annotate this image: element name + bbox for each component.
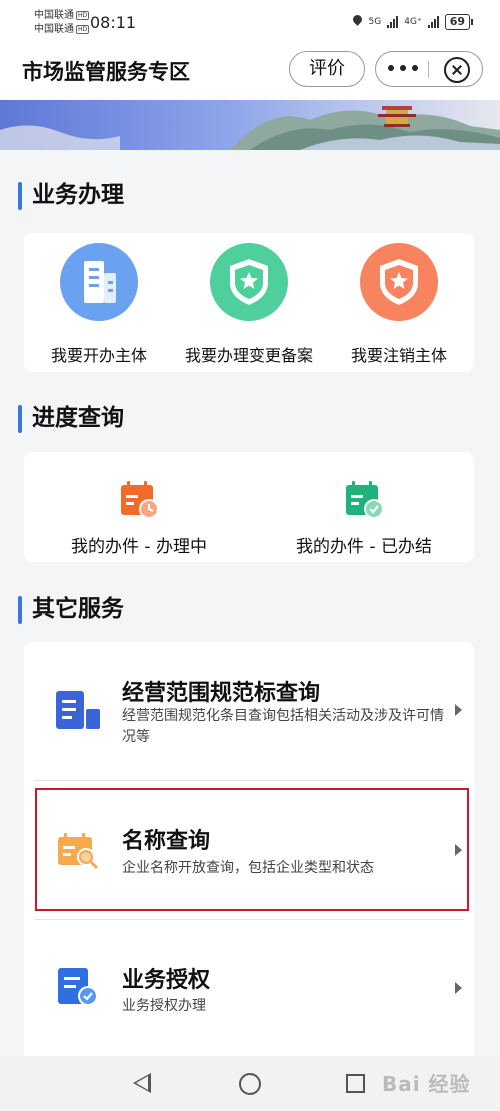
in-progress-label: 我的办件 - 办理中: [71, 537, 207, 557]
business-authorization-desc: 业务授权办理: [122, 998, 206, 1014]
cancel-entity-button[interactable]: 我要注销主体: [324, 243, 474, 366]
signal-icon: [427, 16, 439, 28]
back-icon[interactable]: [133, 1073, 151, 1093]
calendar-clock-icon: [121, 481, 159, 519]
close-icon[interactable]: [444, 57, 470, 83]
page-title: 市场监管服务专区: [22, 60, 190, 84]
watermark-logo: Bai 经验: [382, 1072, 471, 1096]
home-icon[interactable]: [239, 1073, 261, 1095]
document-bars-icon: [56, 691, 100, 729]
business-scope-query-title: 经营范围规范标查询: [122, 681, 321, 706]
rate-button[interactable]: 评价: [289, 51, 365, 87]
change-filing-label: 我要办理变更备案: [184, 346, 313, 365]
business-authorization-title: 业务授权: [122, 968, 211, 993]
cancel-entity-label: 我要注销主体: [350, 346, 447, 365]
calendar-check-icon: [346, 481, 384, 519]
carrier-1: 中国联通: [34, 10, 74, 21]
section-title-business: 业务办理: [18, 180, 124, 210]
title-bar: 市场监管服务专区 评价: [0, 46, 500, 100]
location-icon: [352, 15, 363, 29]
recent-apps-icon[interactable]: [346, 1074, 365, 1093]
highlight-box: [35, 788, 469, 911]
carrier-2: 中国联通: [34, 24, 74, 35]
chevron-right-icon: [455, 982, 462, 994]
system-navigation-bar: Bai 经验: [0, 1056, 500, 1111]
shield-star-icon: [360, 243, 438, 321]
business-scope-query-desc: 经营范围规范化条目查询包括相关活动及涉及许可情况等: [122, 708, 444, 745]
progress-card: 我的办件 - 办理中 我的办件 - 已办结: [24, 452, 474, 562]
hd-badge: HD: [76, 24, 90, 34]
battery-icon: 69: [444, 14, 474, 30]
status-bar: 中国联通 HD 中国联通 HD 08:11 5G 4G⁺ 69: [0, 0, 500, 46]
chevron-right-icon: [455, 704, 462, 716]
start-entity-label: 我要开办主体: [50, 346, 147, 365]
business-authorization-row[interactable]: 业务授权 业务授权办理: [24, 920, 474, 1056]
change-filing-button[interactable]: 我要办理变更备案: [174, 243, 324, 366]
carrier-info: 中国联通 HD 中国联通 HD: [34, 9, 90, 37]
section-title-progress: 进度查询: [18, 403, 124, 433]
authorize-doc-icon: [58, 968, 98, 1006]
in-progress-button[interactable]: 我的办件 - 办理中: [34, 478, 244, 557]
mini-program-capsule: [375, 51, 483, 87]
business-card: 我要开办主体 我要办理变更备案 我要注销主体: [24, 233, 474, 372]
building-icon: [60, 243, 138, 321]
signal-icon: [387, 16, 399, 28]
capsule-divider: [428, 61, 429, 78]
shield-star-icon: [210, 243, 288, 321]
network-2: 4G⁺: [404, 17, 422, 27]
status-icons: 5G 4G⁺ 69: [352, 14, 474, 30]
more-icon[interactable]: [388, 62, 418, 74]
landscape-illustration: [0, 106, 500, 150]
start-entity-button[interactable]: 我要开办主体: [24, 243, 174, 366]
clock: 08:11: [90, 13, 137, 32]
section-title-other: 其它服务: [18, 594, 124, 624]
business-scope-query-row[interactable]: 经营范围规范标查询 经营范围规范化条目查询包括相关活动及涉及许可情况等: [24, 642, 474, 780]
completed-label: 我的办件 - 已办结: [296, 537, 432, 557]
completed-button[interactable]: 我的办件 - 已办结: [259, 478, 469, 557]
hd-badge: HD: [76, 10, 90, 20]
banner-image: [0, 100, 500, 150]
network-1: 5G: [368, 17, 382, 27]
